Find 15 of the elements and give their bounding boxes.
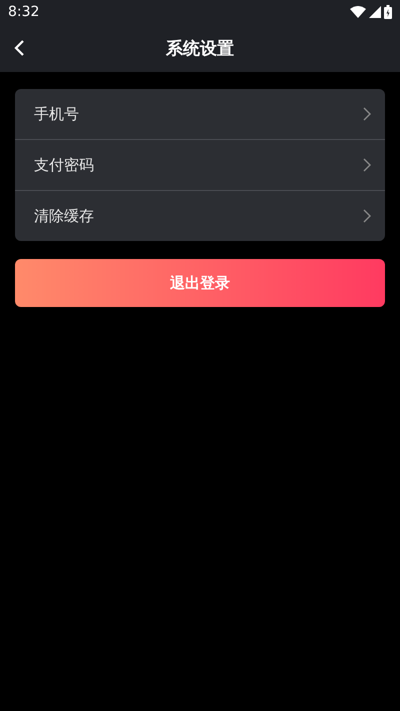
chevron-icon — [363, 158, 371, 172]
settings-row[interactable]: 支付密码 — [15, 139, 385, 190]
signal-icon — [369, 6, 381, 18]
settings-label: 手机号 — [34, 104, 79, 124]
settings-label: 清除缓存 — [34, 206, 94, 226]
chevron-icon — [363, 209, 371, 223]
status-time: 8:32 — [8, 4, 40, 20]
wifi-icon — [350, 6, 366, 18]
settings-row[interactable]: 清除缓存 — [15, 190, 385, 241]
battery-icon — [384, 5, 392, 19]
back-icon — [13, 39, 27, 57]
page-title: 系统设置 — [166, 38, 234, 60]
chevron-icon — [363, 107, 371, 121]
settings-label: 支付密码 — [34, 156, 94, 174]
settings-row[interactable]: 手机号 — [15, 89, 385, 139]
